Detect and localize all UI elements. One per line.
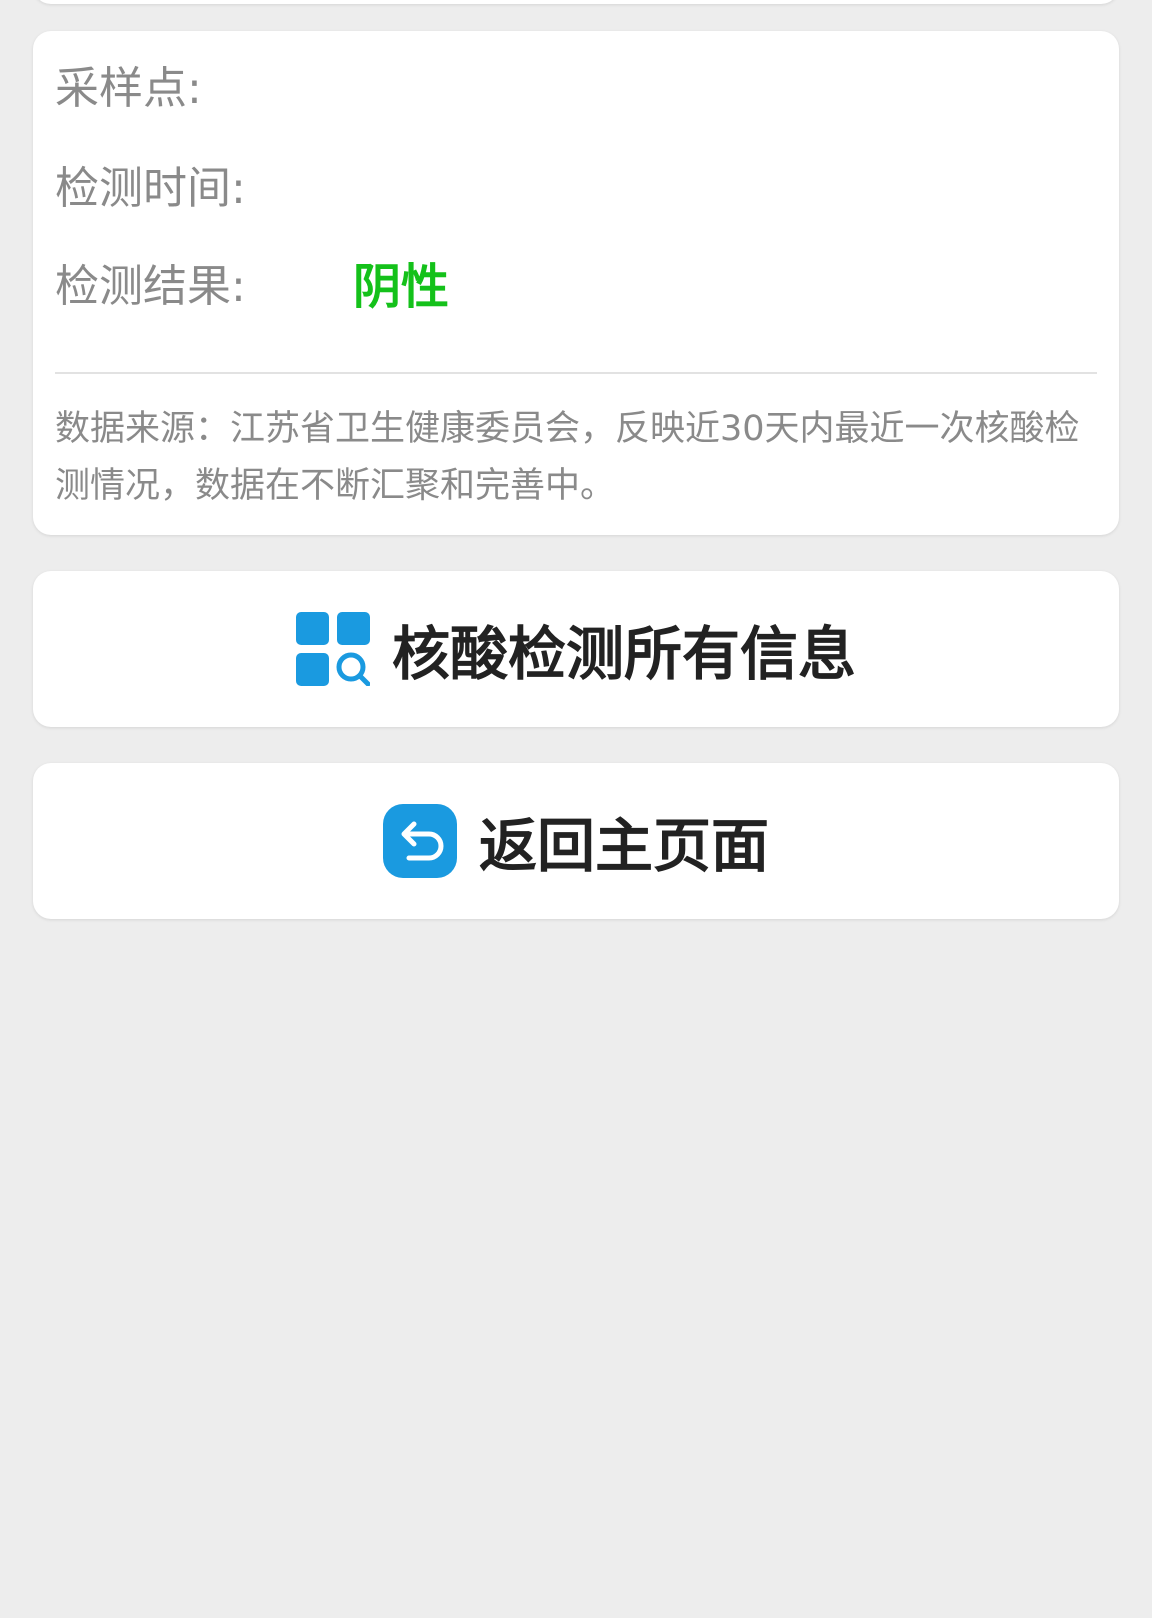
grid-search-icon <box>295 612 371 687</box>
test-result-row: 检测结果: 阴性 <box>55 259 449 315</box>
return-home-button[interactable]: 返回主页面 <box>33 763 1119 919</box>
test-result-value: 阴性 <box>353 259 450 315</box>
return-arrow-icon <box>382 804 457 878</box>
sample-site-label: 采样点: <box>55 63 202 114</box>
all-test-info-button[interactable]: 核酸检测所有信息 <box>33 571 1119 727</box>
test-result-label: 检测结果: <box>55 261 246 312</box>
sample-site-row: 采样点: <box>55 61 202 117</box>
test-time-label: 检测时间: <box>55 163 246 214</box>
test-time-row: 检测时间: <box>55 161 246 217</box>
previous-card-edge <box>33 0 1119 4</box>
return-home-label: 返回主页面 <box>478 812 769 880</box>
data-source-note: 数据来源：江苏省卫生健康委员会，反映近30天内最近一次核酸检测情况，数据在不断汇… <box>55 409 1080 506</box>
test-info-card: 采样点: 检测时间: 检测结果: 阴性 数据来源：江苏省卫生健康委员会，反映近3… <box>33 31 1119 535</box>
divider <box>55 372 1097 374</box>
all-test-info-label: 核酸检测所有信息 <box>391 620 856 688</box>
